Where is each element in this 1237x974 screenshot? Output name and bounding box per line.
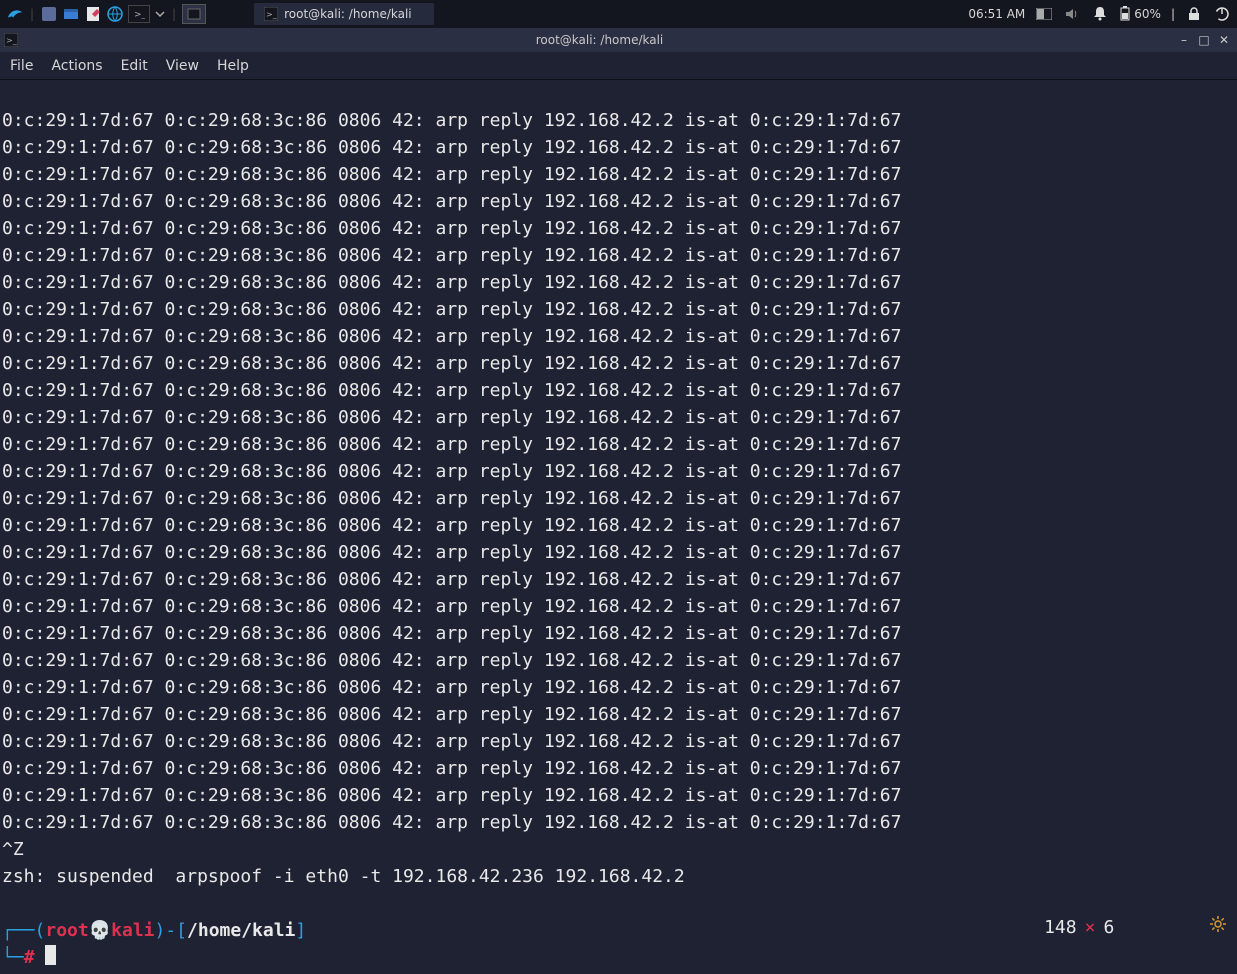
- status-x: ×: [1085, 914, 1096, 941]
- panel-separator: |: [1171, 7, 1175, 21]
- battery-indicator[interactable]: 60%: [1119, 6, 1161, 22]
- bell-icon[interactable]: [1091, 5, 1109, 23]
- svg-text:>_: >_: [134, 10, 145, 19]
- cursor: [45, 945, 56, 965]
- battery-pct: 60%: [1134, 7, 1161, 21]
- svg-text:>_: >_: [266, 10, 278, 19]
- svg-text:>_: >_: [6, 36, 18, 45]
- terminal-icon[interactable]: >_: [128, 5, 150, 23]
- window-controls: – □ ✕: [1177, 33, 1237, 47]
- minimize-button[interactable]: –: [1177, 33, 1191, 47]
- lock-icon[interactable]: [1185, 5, 1203, 23]
- window-app-icon: >_: [0, 33, 22, 47]
- terminal-body[interactable]: 0:c:29:1:7d:67 0:c:29:68:3c:86 0806 42: …: [0, 80, 1237, 974]
- workspace-icon[interactable]: [40, 5, 58, 23]
- status-indicator: 148 × 6: [1044, 887, 1227, 968]
- terminal-window: >_ root@kali: /home/kali – □ ✕ File Acti…: [0, 28, 1237, 974]
- terminal-small-icon: >_: [264, 7, 278, 21]
- menu-view[interactable]: View: [166, 58, 199, 74]
- terminal-active-icon[interactable]: [182, 4, 206, 24]
- menubar: File Actions Edit View Help: [0, 52, 1237, 80]
- window-title: root@kali: /home/kali: [22, 33, 1177, 47]
- window-titlebar[interactable]: >_ root@kali: /home/kali – □ ✕: [0, 28, 1237, 52]
- terminal-output-ctrlz: ^Z: [2, 839, 24, 860]
- panel-right: 06:51 AM 60% |: [968, 5, 1231, 23]
- panel-left: | >_ | >_ root@kali: /home/kali: [6, 3, 434, 25]
- battery-icon: [1119, 6, 1131, 22]
- prompt-line-1: ┌──(root💀kali)-[/home/kali]: [2, 920, 306, 941]
- status-a: 148: [1044, 914, 1077, 941]
- terminal-output-arp: 0:c:29:1:7d:67 0:c:29:68:3c:86 0806 42: …: [2, 107, 1235, 836]
- top-panel: | >_ | >_ root@kali: /home/kali 06:51 AM: [0, 0, 1237, 28]
- note-icon[interactable]: [84, 5, 102, 23]
- clock[interactable]: 06:51 AM: [968, 7, 1025, 21]
- panel-separator: |: [170, 7, 178, 21]
- files-icon[interactable]: [62, 5, 80, 23]
- power-icon[interactable]: [1213, 5, 1231, 23]
- volume-icon[interactable]: [1063, 5, 1081, 23]
- menu-actions[interactable]: Actions: [51, 58, 102, 74]
- menu-edit[interactable]: Edit: [121, 58, 148, 74]
- terminal-output-suspended: zsh: suspended arpspoof -i eth0 -t 192.1…: [2, 866, 685, 887]
- close-button[interactable]: ✕: [1217, 33, 1231, 47]
- prompt-line-2: └─#: [2, 947, 56, 968]
- gear-icon[interactable]: [1122, 887, 1227, 968]
- maximize-button[interactable]: □: [1197, 33, 1211, 47]
- workspace-indicator-icon[interactable]: [1035, 5, 1053, 23]
- kali-logo-icon[interactable]: [6, 5, 24, 23]
- web-icon[interactable]: [106, 5, 124, 23]
- status-b: 6: [1103, 914, 1114, 941]
- panel-separator: |: [28, 7, 36, 21]
- menu-help[interactable]: Help: [217, 58, 249, 74]
- taskbar-item[interactable]: >_ root@kali: /home/kali: [254, 3, 434, 25]
- taskbar-label: root@kali: /home/kali: [284, 7, 412, 21]
- menu-file[interactable]: File: [10, 58, 33, 74]
- chevron-down-icon[interactable]: [154, 5, 166, 23]
